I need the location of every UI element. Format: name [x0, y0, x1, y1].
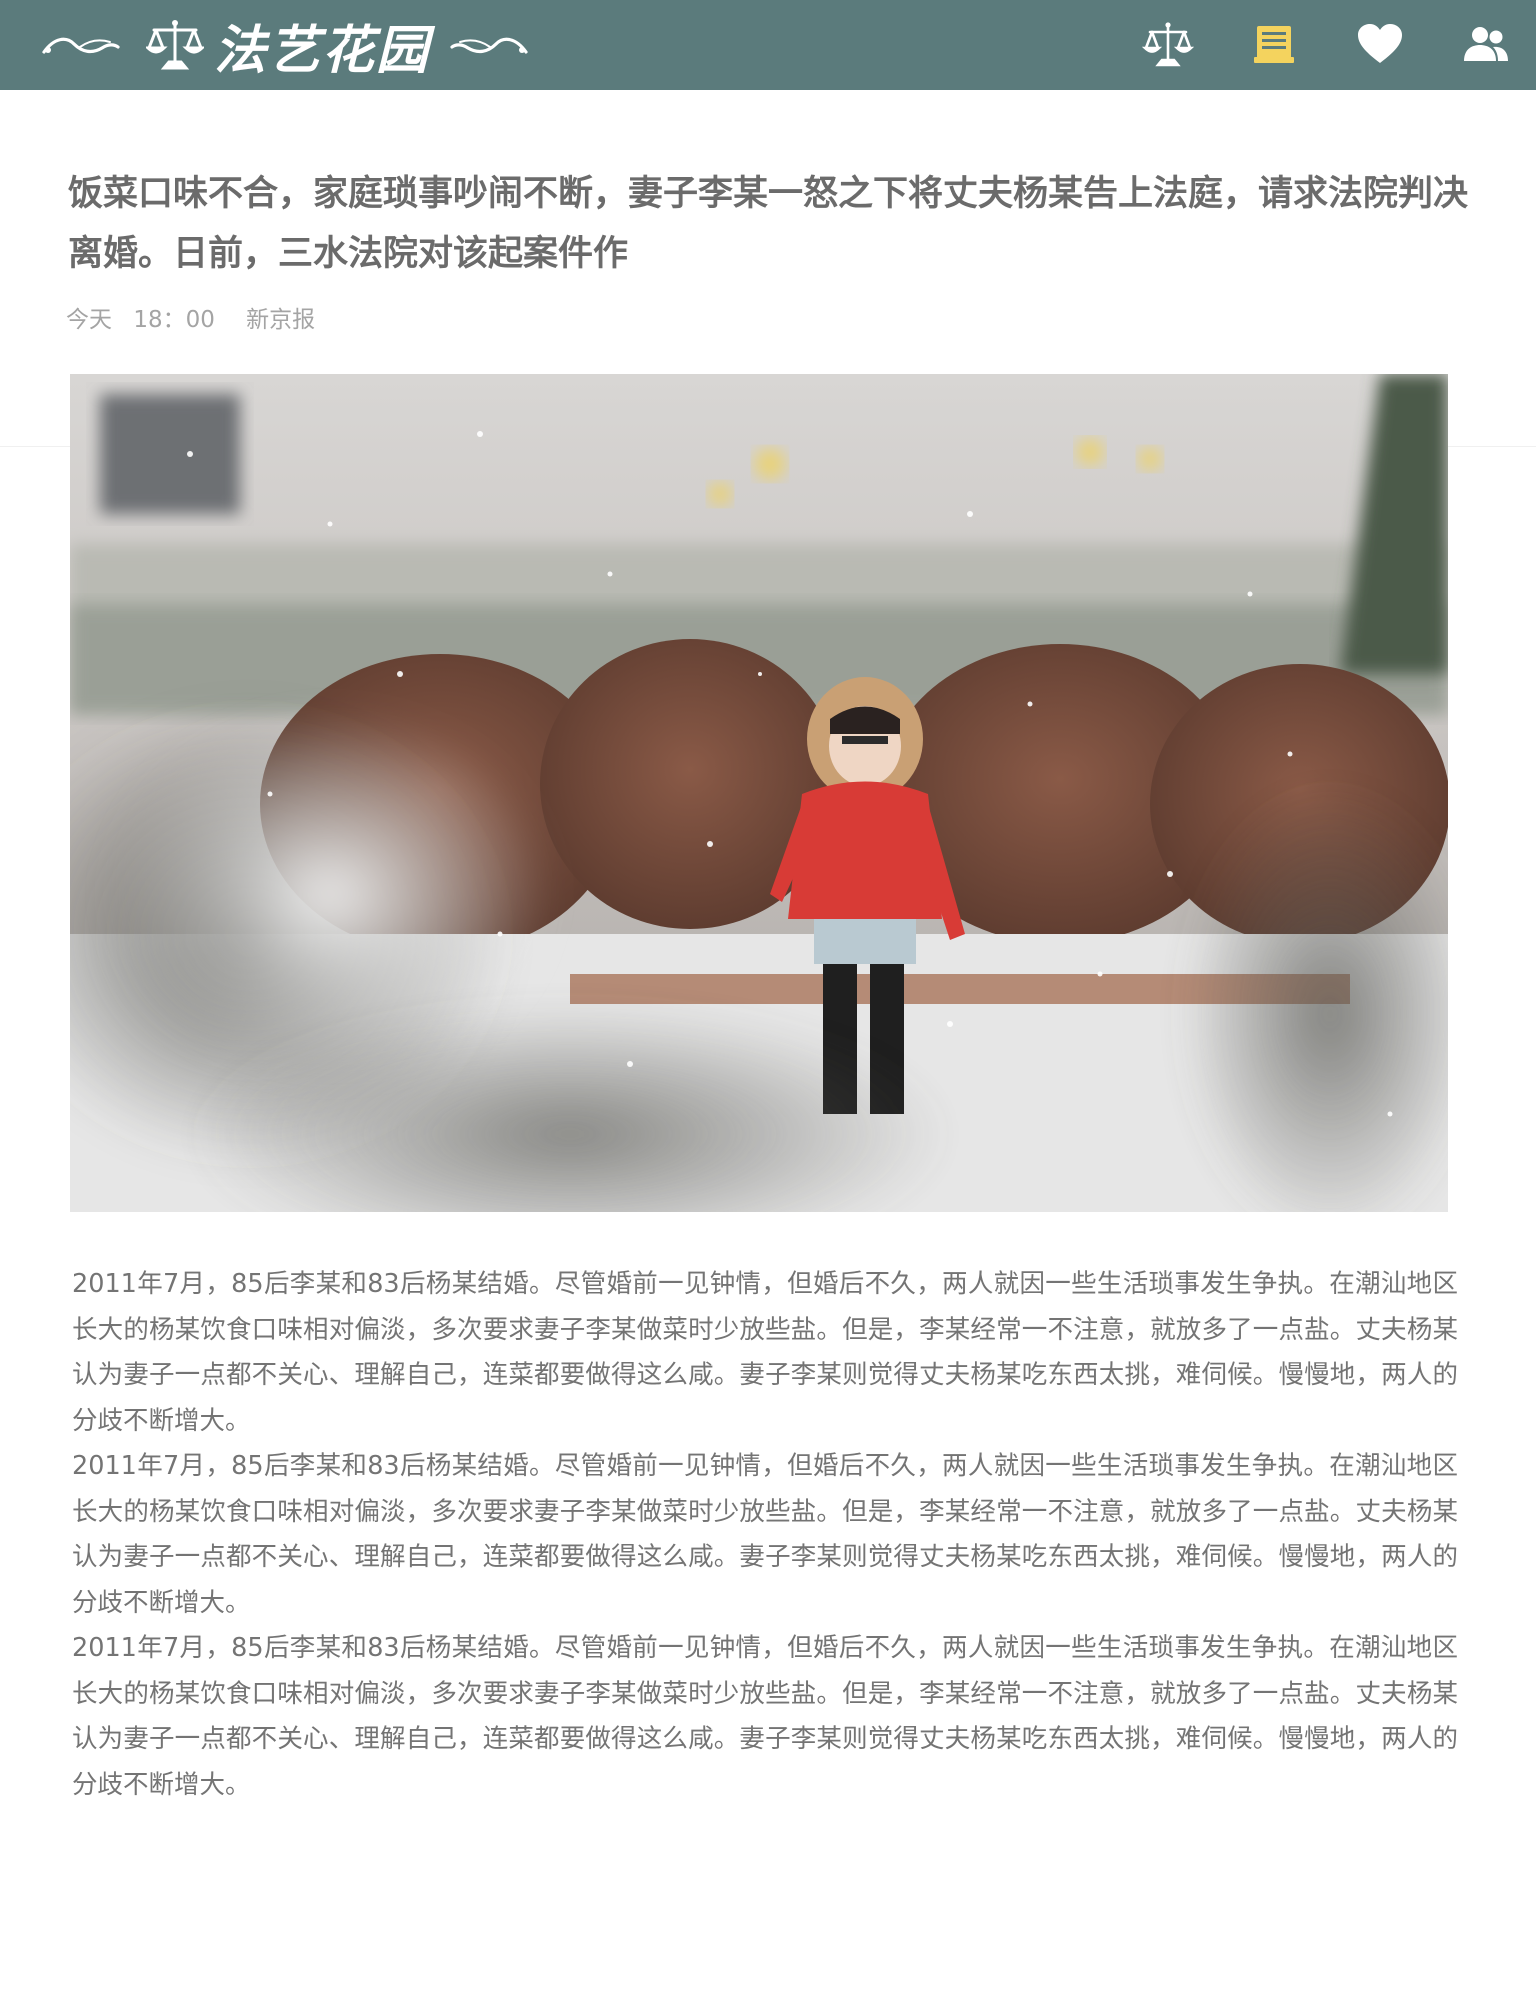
body-paragraph: 2011年7月，85后李某和83后杨某结婚。尽管婚前一见钟情，但婚后不久，两人就…	[72, 1451, 1458, 1618]
article-source[interactable]: 新京报	[246, 307, 315, 333]
heart-icon	[1358, 24, 1402, 63]
right-flourish-icon	[450, 37, 528, 54]
scale-logo-icon	[146, 20, 204, 70]
users-icon	[1464, 27, 1508, 61]
hero-image[interactable]	[70, 374, 1448, 1212]
body-paragraph: 2011年7月，85后李某和83后杨某结婚。尽管婚前一见钟情，但婚后不久，两人就…	[72, 1633, 1458, 1800]
publish-day: 今天	[66, 307, 112, 333]
brand-title: 法艺花园	[214, 20, 431, 81]
article-meta: 今天 18：00 新京报	[66, 300, 329, 334]
article-body: 2011年7月，85后李某和83后杨某结婚。尽管婚前一见钟情，但婚后不久，两人就…	[72, 1262, 1458, 1808]
nav-law-button[interactable]	[1140, 17, 1196, 73]
brand-logo[interactable]: 法艺花园	[40, 0, 530, 90]
nav-favorites-button[interactable]	[1352, 17, 1408, 73]
snow-scene-photo	[70, 374, 1448, 1212]
nav-users-button[interactable]	[1458, 17, 1514, 73]
notebook-icon	[1254, 26, 1294, 63]
left-flourish-icon	[42, 37, 120, 54]
nav-notes-button[interactable]	[1246, 17, 1302, 73]
body-paragraph: 2011年7月，85后李某和83后杨某结婚。尽管婚前一见钟情，但婚后不久，两人就…	[72, 1269, 1458, 1436]
top-nav-bar: 法艺花园	[0, 0, 1536, 90]
article-title: 饭菜口味不合，家庭琐事吵闹不断，妻子李某一怒之下将丈夫杨某告上法庭，请求法院判决…	[68, 174, 1469, 274]
publish-time: 18：00	[133, 307, 215, 333]
scale-icon	[1142, 22, 1194, 67]
nav-icon-group	[1140, 0, 1536, 90]
